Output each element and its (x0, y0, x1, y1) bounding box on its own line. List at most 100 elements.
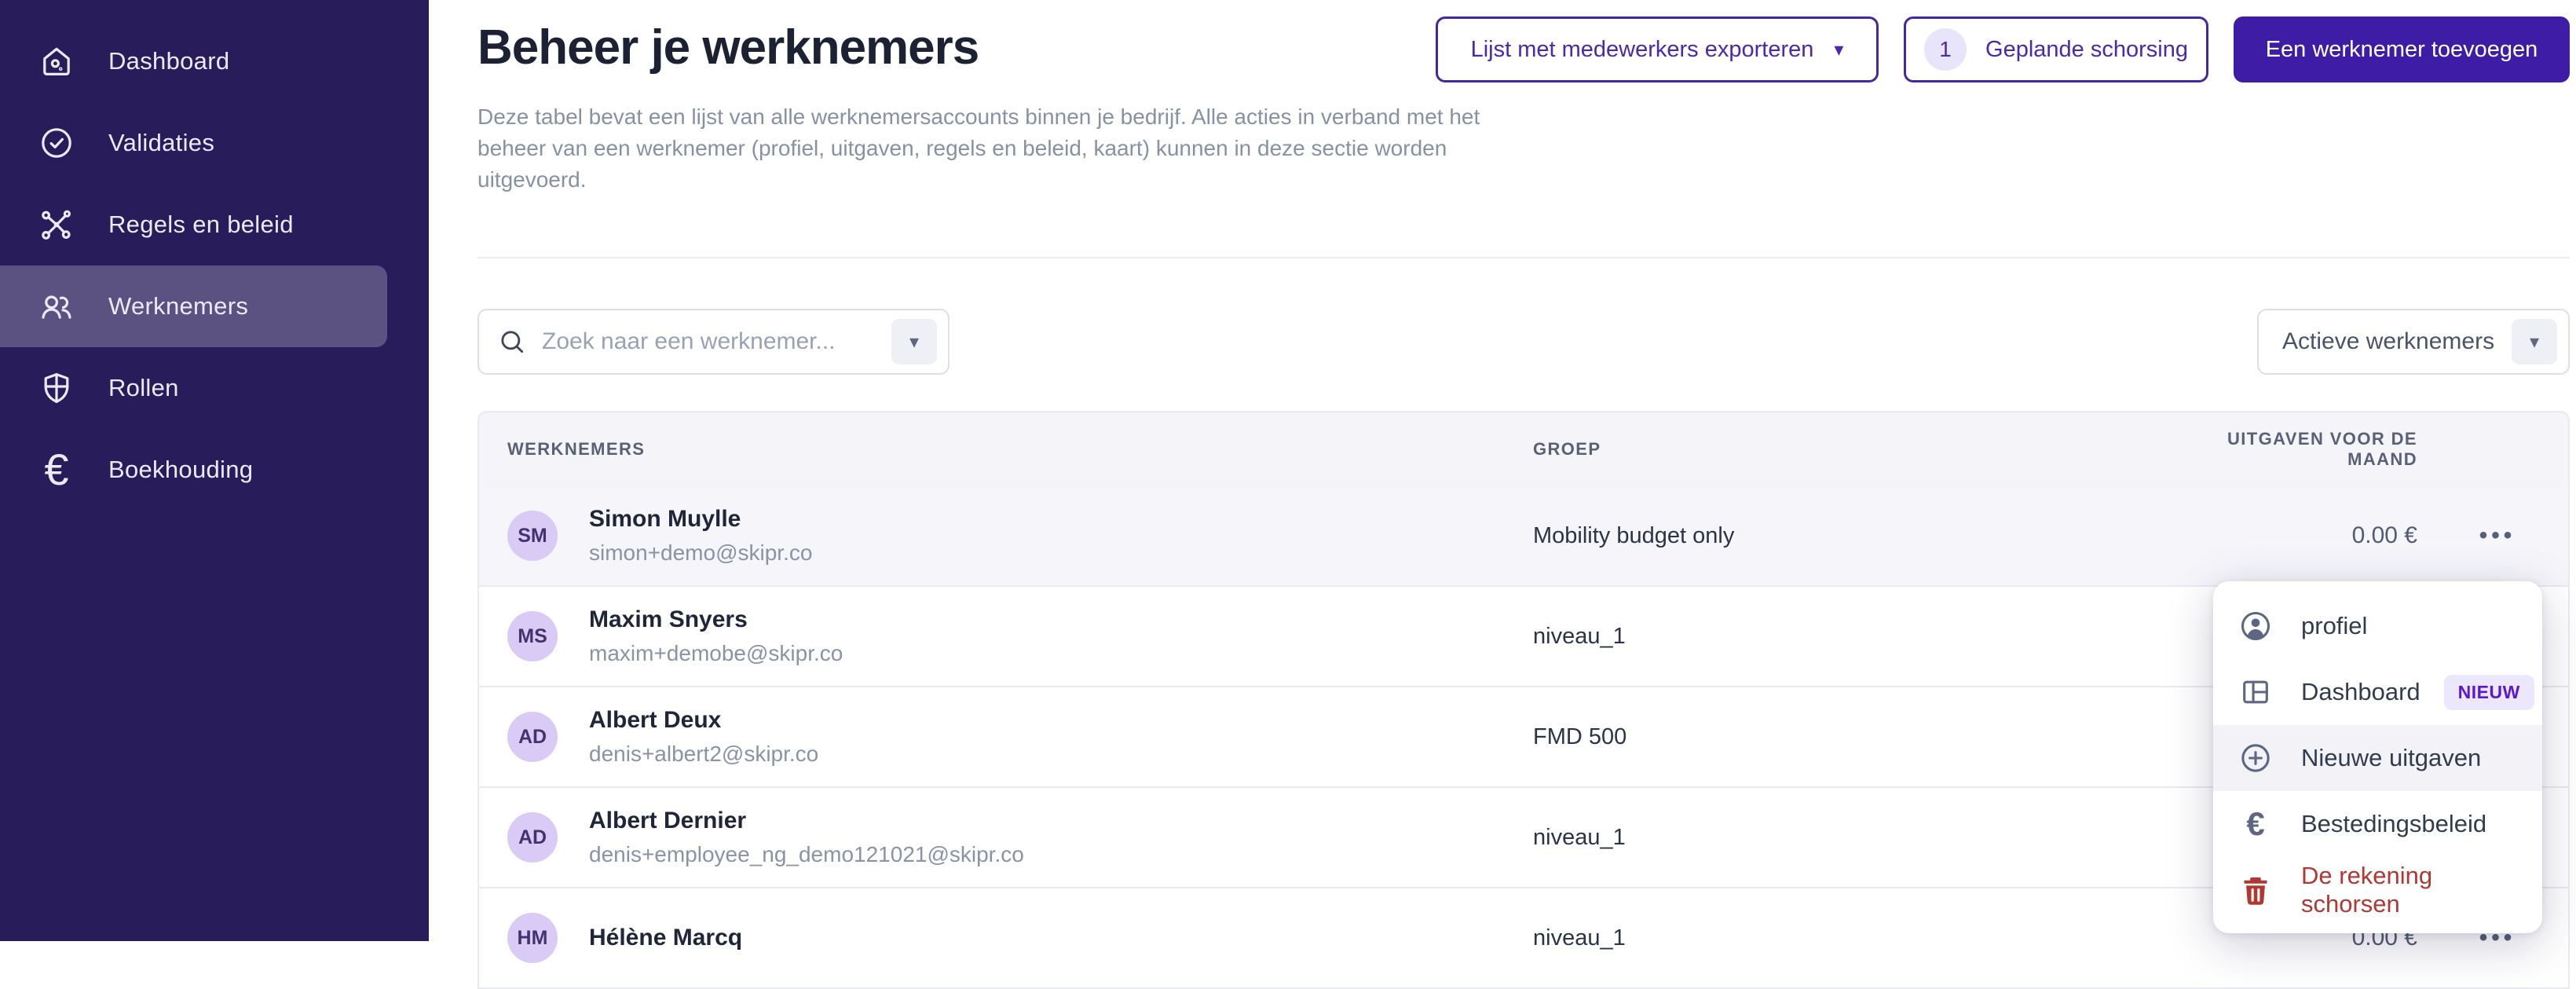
context-menu-item-label: profiel (2301, 612, 2367, 640)
section-divider (478, 257, 2570, 258)
context-menu-item-label: Nieuwe uitgaven (2301, 744, 2481, 772)
page-description: Deze tabel bevat een lijst van alle werk… (478, 101, 1530, 196)
employee-name: Maxim Snyers (589, 603, 843, 637)
month-expenses-value: 0.00 € (2352, 522, 2417, 548)
sidebar-item-regels-en-beleid[interactable]: Regels en beleid (0, 184, 387, 266)
context-menu-item-nieuwe-uitgaven[interactable]: Nieuwe uitgaven (2213, 725, 2542, 791)
planned-suspension-label: Geplande schorsing (1985, 37, 2188, 63)
context-menu-item-bestedingsbeleid[interactable]: € Bestedingsbeleid (2213, 791, 2542, 857)
table-controls: ▾ Actieve werknemers ▾ (478, 309, 2570, 375)
sidebar-item-validaties[interactable]: Validaties (0, 102, 387, 184)
chevron-down-icon: ▾ (2530, 331, 2539, 353)
sidebar-item-label: Rollen (108, 374, 179, 402)
plus-circle-icon (2238, 741, 2273, 775)
page-header: Beheer je werknemers Lijst met medewerke… (478, 16, 2570, 82)
actions-cell: ••• (2427, 516, 2568, 555)
employee-cell: MS Maxim Snyersmaxim+demobe@skipr.co (479, 603, 1533, 670)
planned-suspension-button[interactable]: 1 Geplande schorsing (1904, 16, 2208, 82)
column-header-group: GROEP (1533, 439, 2193, 460)
sidebar-item-label: Werknemers (108, 292, 248, 321)
context-menu-item-profiel[interactable]: profiel (2213, 593, 2542, 659)
shield-icon (38, 369, 75, 407)
employee-status-filter[interactable]: Actieve werknemers ▾ (2257, 309, 2570, 375)
avatar: MS (507, 611, 558, 661)
euro-icon: € (38, 451, 75, 489)
group-cell: niveau_1 (1533, 825, 2193, 851)
employee-identity: Albert Dernierdenis+employee_ng_demo1210… (589, 804, 1024, 871)
dashboard-icon (2238, 675, 2273, 709)
avatar: HM (507, 913, 558, 963)
chevron-down-icon: ▾ (909, 331, 919, 353)
row-context-menu: profiel Dashboard NIEUW Nieuwe uitgaven € Bes… (2213, 581, 2542, 933)
group-name: FMD 500 (1533, 724, 1626, 749)
employee-email: maxim+demobe@skipr.co (589, 637, 843, 670)
employee-email: denis+albert2@skipr.co (589, 738, 818, 771)
employee-identity: Maxim Snyersmaxim+demobe@skipr.co (589, 603, 843, 670)
table-row[interactable]: SM Simon Muyllesimon+demo@skipr.co Mobilit… (478, 486, 2570, 587)
sidebar-item-rollen[interactable]: Rollen (0, 347, 387, 429)
employee-email: denis+employee_ng_demo121021@skipr.co (589, 838, 1024, 871)
employee-cell: SM Simon Muyllesimon+demo@skipr.co (479, 502, 1533, 570)
search-options-button[interactable]: ▾ (891, 319, 937, 364)
euro-sign-icon: € (2238, 807, 2273, 841)
group-name: Mobility budget only (1533, 523, 1734, 548)
group-cell: FMD 500 (1533, 724, 2193, 750)
context-menu-item-label: Bestedingsbeleid (2301, 810, 2486, 838)
sidebar-item-label: Validaties (108, 129, 214, 157)
group-name: niveau_1 (1533, 825, 1626, 850)
employee-identity: Albert Deuxdenis+albert2@skipr.co (589, 703, 818, 771)
avatar: AD (507, 812, 558, 863)
row-actions-button[interactable]: ••• (2472, 516, 2524, 555)
avatar: AD (507, 712, 558, 762)
context-menu-item-label: De rekening schorsen (2301, 862, 2522, 918)
sidebar-item-dashboard[interactable]: Dashboard (0, 20, 387, 102)
sidebar: Dashboard Validaties Regels en beleid Werkn… (0, 0, 429, 941)
group-name: niveau_1 (1533, 624, 1626, 649)
group-name: niveau_1 (1533, 925, 1626, 951)
suspension-count-badge: 1 (1924, 28, 1967, 71)
sidebar-item-label: Dashboard (108, 47, 229, 75)
nieuw-badge: NIEUW (2444, 675, 2534, 710)
home-icon (38, 42, 75, 80)
search-input[interactable] (540, 328, 891, 356)
chevron-down-icon: ▾ (1834, 38, 1843, 61)
table-header-row: WERKNEMERS GROEP UITGAVEN VOOR DE MAAND (478, 411, 2570, 486)
employee-cell: HM Hélène Marcq (479, 913, 1533, 963)
export-employees-button[interactable]: Lijst met medewerkers exporteren ▾ (1436, 16, 1879, 82)
column-header-expenses: UITGAVEN VOOR DE MAAND (2193, 429, 2427, 470)
employee-name: Hélène Marcq (589, 921, 742, 955)
sidebar-item-label: Regels en beleid (108, 211, 294, 239)
employee-name: Albert Deux (589, 703, 818, 738)
employee-identity: Hélène Marcq (589, 921, 742, 955)
page-title: Beheer je werknemers (478, 16, 979, 79)
employee-cell: AD Albert Deuxdenis+albert2@skipr.co (479, 703, 1533, 771)
column-header-employees: WERKNEMERS (479, 439, 1533, 460)
check-circle-icon (38, 124, 75, 162)
sidebar-item-label: Boekhouding (108, 456, 253, 484)
employee-email: simon+demo@skipr.co (589, 537, 812, 570)
trash-icon (2238, 873, 2273, 907)
avatar: SM (507, 511, 558, 561)
sidebar-item-boekhouding[interactable]: € Boekhouding (0, 429, 387, 511)
context-menu-item-de-rekening-schorsen[interactable]: De rekening schorsen (2213, 857, 2542, 923)
expenses-cell: 0.00 € (2193, 522, 2427, 549)
employee-identity: Simon Muyllesimon+demo@skipr.co (589, 502, 812, 570)
filter-caret-button[interactable]: ▾ (2512, 319, 2557, 364)
filter-selected-value: Actieve werknemers (2282, 328, 2512, 355)
employee-search: ▾ (478, 309, 950, 375)
user-circle-icon (2238, 609, 2273, 643)
add-employee-label: Een werknemer toevoegen (2266, 37, 2538, 63)
group-cell: niveau_1 (1533, 624, 2193, 650)
employee-name: Albert Dernier (589, 804, 1024, 838)
header-actions: Lijst met medewerkers exporteren ▾ 1 Gep… (1436, 16, 2570, 82)
users-icon (38, 288, 75, 325)
group-cell: niveau_1 (1533, 925, 2193, 951)
employee-name: Simon Muylle (589, 502, 812, 537)
add-employee-button[interactable]: Een werknemer toevoegen (2234, 16, 2570, 82)
group-cell: Mobility budget only (1533, 523, 2193, 549)
sidebar-item-werknemers[interactable]: Werknemers (0, 266, 387, 347)
search-icon (496, 326, 528, 357)
context-menu-item-label: Dashboard (2301, 678, 2420, 706)
export-employees-label: Lijst met medewerkers exporteren (1471, 37, 1814, 63)
context-menu-item-dashboard[interactable]: Dashboard NIEUW (2213, 659, 2542, 725)
